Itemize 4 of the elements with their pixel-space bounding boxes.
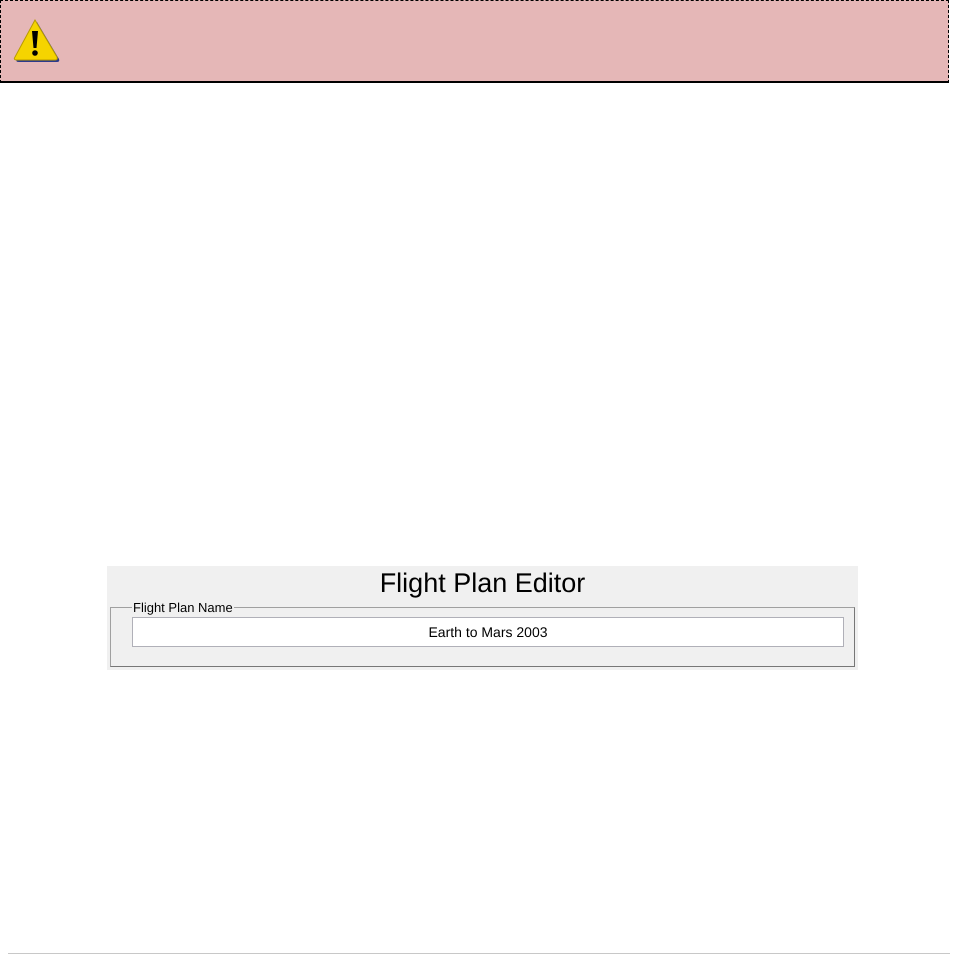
editor-title: Flight Plan Editor <box>380 567 586 600</box>
warning-icon <box>13 19 61 63</box>
name-field[interactable]: Earth to Mars 2003 <box>132 617 844 647</box>
group-label: Flight Plan Name <box>132 600 234 615</box>
